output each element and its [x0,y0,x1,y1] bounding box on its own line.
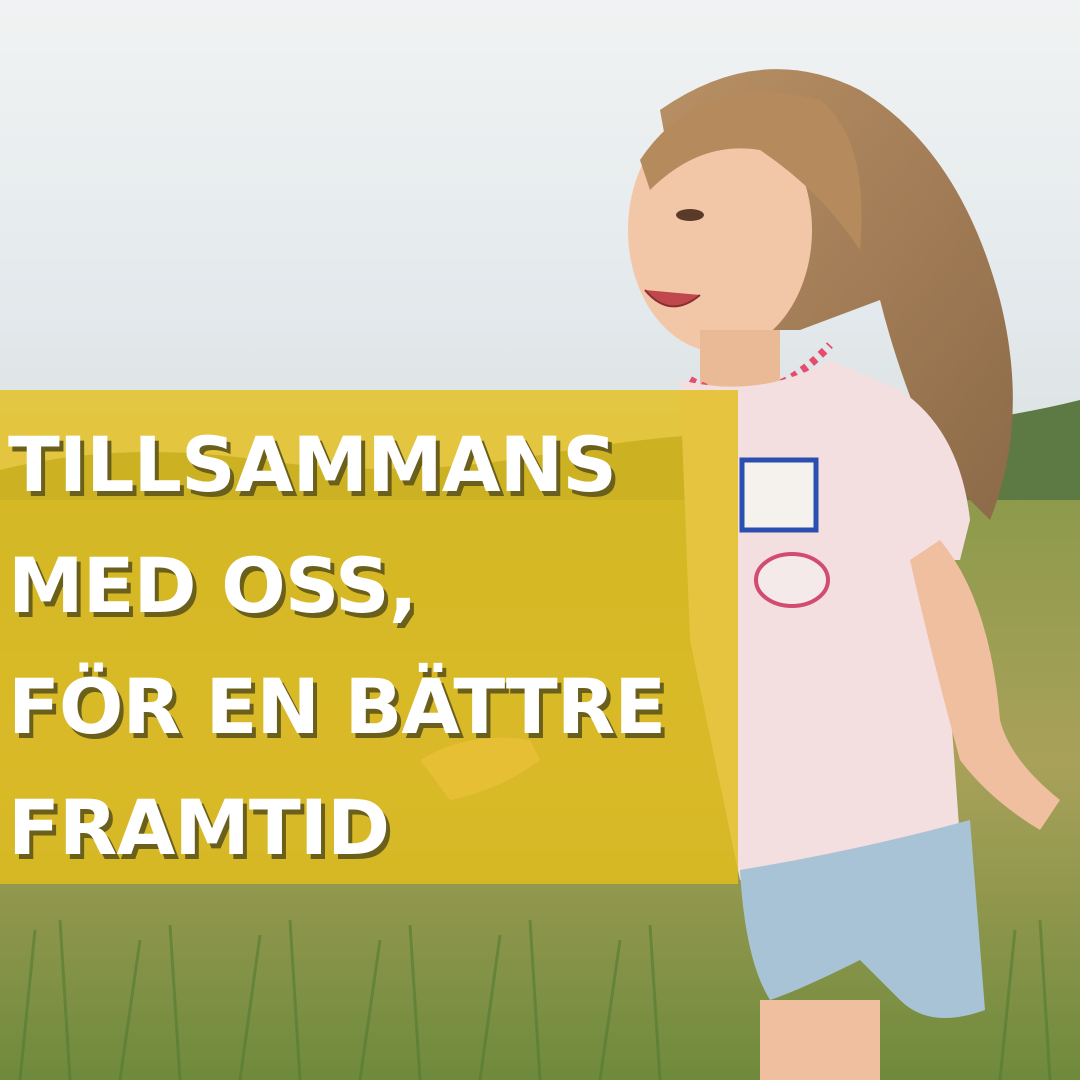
headline: TILLSAMMANS MED OSS, FÖR EN BÄTTRE FRAMT… [8,404,666,888]
headline-line-2: MED OSS, [8,541,418,630]
poster: TILLSAMMANS MED OSS, FÖR EN BÄTTRE FRAMT… [0,0,1080,1080]
headline-line-4: FRAMTID [8,783,390,872]
headline-line-1: TILLSAMMANS [8,420,617,509]
headline-line-3: FÖR EN BÄTTRE [8,662,666,751]
